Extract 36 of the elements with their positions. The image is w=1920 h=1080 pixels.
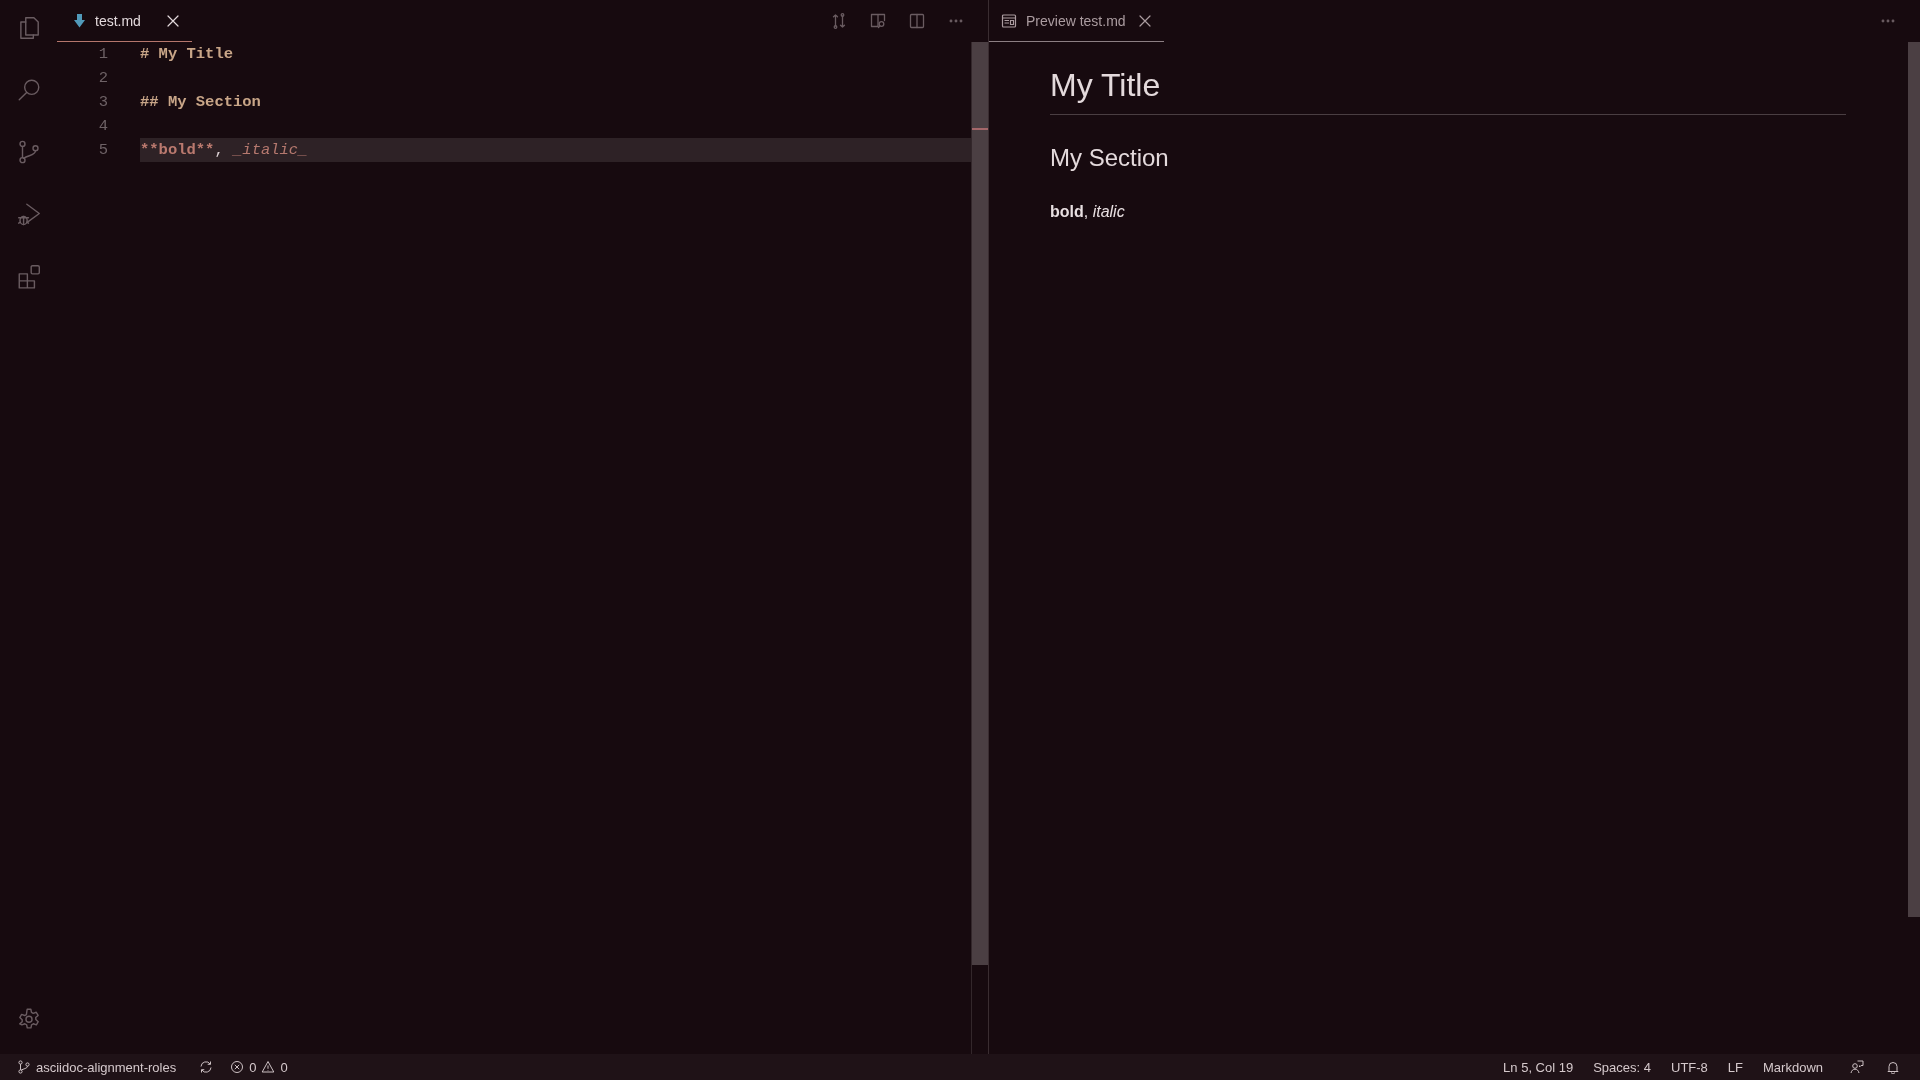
layout-icon (1001, 12, 1017, 29)
branch-icon (17, 1060, 31, 1074)
code-line: **bold**, _italic_ (140, 141, 308, 159)
status-item[interactable]: Spaces: 4 (1588, 1056, 1656, 1078)
line-number: 2 (97, 68, 108, 89)
status-item[interactable]: LF (1722, 1056, 1749, 1078)
feedback-icon[interactable] (1850, 1060, 1864, 1074)
code-line: # My Title (140, 45, 233, 63)
preview-icon[interactable] (870, 13, 886, 29)
arrow-down-icon (74, 13, 85, 28)
status-item[interactable]: Markdown (1758, 1056, 1828, 1078)
sync-icon[interactable] (199, 1060, 214, 1074)
line-number: 3 (97, 92, 108, 113)
branch-button[interactable]: asciidoc-alignment-roles (12, 1056, 182, 1078)
scrollbar-thumb[interactable] (972, 42, 988, 965)
split-editor-icon[interactable] (909, 13, 925, 29)
scrollbar-thumb[interactable] (1908, 42, 1920, 917)
preview-paragraph: bold, italic (1050, 202, 1125, 222)
bell-icon[interactable] (1886, 1060, 1900, 1074)
code-line: ## My Section (140, 93, 261, 111)
editor-tab[interactable]: test.md (57, 0, 192, 42)
preview-title: My Title (1050, 67, 1161, 103)
preview-heading: My Section (1050, 144, 1169, 171)
preview-tab[interactable]: Preview test.md (989, 0, 1164, 42)
error-icon (230, 1060, 245, 1074)
close-icon[interactable] (1138, 14, 1151, 27)
status-item[interactable]: UTF-8 (1666, 1056, 1713, 1078)
warning-icon (261, 1060, 276, 1074)
play-bug-icon[interactable] (15, 201, 42, 227)
line-number: 4 (97, 116, 108, 137)
swap-arrows-icon[interactable] (831, 13, 847, 29)
line-number: 5 (97, 140, 108, 161)
status-item[interactable]: Ln 5, Col 19 (1498, 1056, 1579, 1078)
line-number: 1 (97, 44, 108, 65)
problems-button[interactable]: 0 0 (225, 1056, 293, 1078)
cursor-marker (972, 128, 988, 130)
